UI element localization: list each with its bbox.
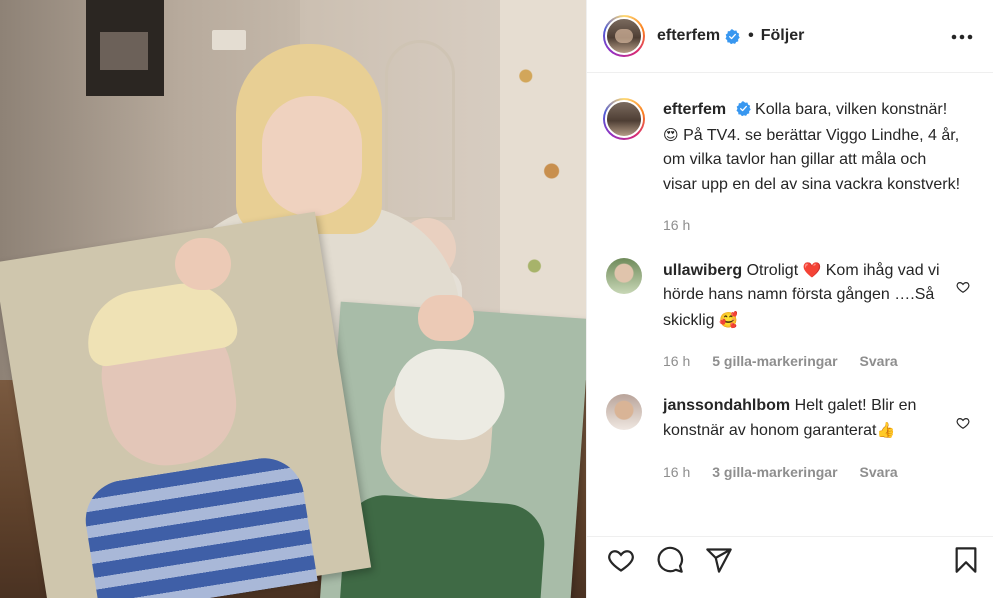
commenter-avatar[interactable] [606,393,642,430]
photo-child-hand-left [175,238,231,290]
verified-badge-icon [725,28,740,44]
photo-wall-poster [86,0,164,96]
commenter-username[interactable]: ullawiberg [663,262,742,279]
photo-child-hand-right [418,295,474,341]
commenter-username[interactable]: janssondahlbom [663,397,790,414]
verified-badge-icon [736,101,751,116]
following-button[interactable]: Följer [761,27,805,45]
paper-plane-icon[interactable] [705,546,733,574]
comment-item: janssondahlbom Helt galet! Blir en konst… [603,393,978,485]
caption-username[interactable]: efterfem [663,101,726,118]
reply-button[interactable]: Svara [860,349,898,374]
post-action-bar [587,536,993,598]
comment-text-block: janssondahlbom Helt galet! Blir en konst… [663,394,963,444]
post-header: efterfem • Följer [587,0,993,73]
comment-like-heart-icon[interactable] [956,280,970,294]
photo-child-face [262,96,362,216]
smiling-hearts-emoji: 🥰 [719,310,738,329]
bookmark-icon[interactable] [952,546,980,574]
heart-eyes-emoji: 😍 [663,125,679,144]
caption-text-block: efterfem Kolla bara, vilken konstnär! 😍 … [663,98,963,197]
comment-timestamp[interactable]: 16 h [663,460,690,485]
thumbs-up-emoji: 👍 [876,421,896,439]
more-options-icon[interactable] [950,25,974,49]
reply-button[interactable]: Svara [860,460,898,485]
caption-text-continued: På TV4. se berättar Viggo Lindhe, 4 år, … [663,126,961,193]
photo-mirror [385,40,455,220]
post-photo[interactable] [0,0,586,598]
caption-text: Kolla bara, vilken konstnär! [755,101,948,118]
comment-item: ullawiberg Otroligt ❤️ Kom ihåg vad vi h… [603,257,978,374]
header-separator: • [748,27,754,44]
comments-list[interactable]: efterfem Kolla bara, vilken konstnär! 😍 … [587,74,993,514]
comment-bubble-icon[interactable] [656,546,684,574]
commenter-avatar[interactable] [606,257,642,294]
comment-text: Otroligt [746,261,799,279]
author-username[interactable]: efterfem [657,27,720,45]
comment-timestamp[interactable]: 16 h [663,349,690,374]
heart-icon[interactable] [607,546,635,574]
post-caption: efterfem Kolla bara, vilken konstnär! 😍 … [603,98,978,238]
caption-author-avatar[interactable] [603,98,645,140]
comment-like-heart-icon[interactable] [956,416,970,430]
author-avatar[interactable] [603,15,645,57]
photo-light-switch [212,30,246,50]
red-heart-emoji: ❤️ [802,260,822,279]
post-side-panel: efterfem • Följer efterfem Kolla bara, v… [586,0,993,598]
comment-likes-count[interactable]: 5 gilla-markeringar [712,349,837,374]
comment-likes-count[interactable]: 3 gilla-markeringar [712,460,837,485]
caption-timestamp[interactable]: 16 h [663,213,690,238]
comment-text-block: ullawiberg Otroligt ❤️ Kom ihåg vad vi h… [663,258,963,334]
